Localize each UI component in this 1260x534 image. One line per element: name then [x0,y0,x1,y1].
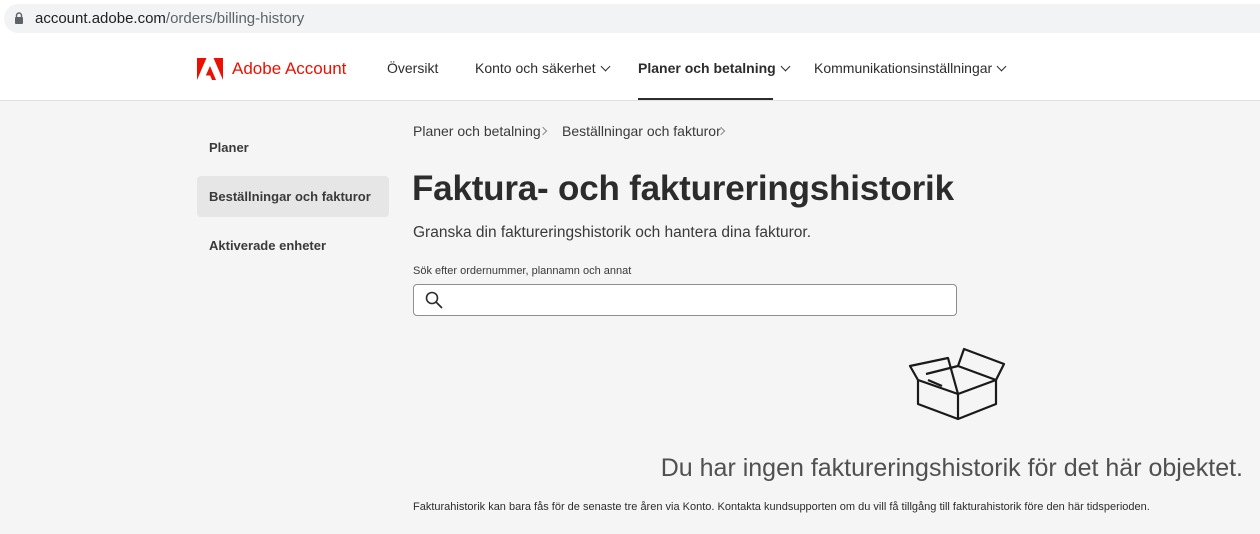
browser-address-bar: account.adobe.com/orders/billing-history [0,0,1260,38]
search-label: Sök efter ordernummer, plannamn och anna… [413,265,632,277]
url-host: account.adobe.com [35,10,166,27]
search-field[interactable] [413,284,957,316]
nav-konto-sakerhet[interactable]: Konto och säkerhet [475,60,611,76]
nav-oversikt[interactable]: Översikt [387,60,438,76]
sidebar-item-planer[interactable]: Planer [197,127,389,168]
page-subtitle: Granska din faktureringshistorik och han… [413,224,812,241]
nav-label: Konto och säkerhet [475,60,596,76]
sidebar-item-label: Beställningar och fakturor [209,189,371,204]
chevron-down-icon [600,61,611,72]
sidebar-item-bestallningar[interactable]: Beställningar och fakturor [197,176,389,217]
search-input[interactable] [452,287,947,313]
breadcrumb-item[interactable]: Planer och betalning [413,123,541,139]
sidebar-item-label: Aktiverade enheter [209,238,327,253]
open-box-icon [908,347,1006,421]
nav-planer-betalning[interactable]: Planer och betalning [638,60,791,76]
chevron-down-icon [996,61,1007,72]
adobe-logo-icon[interactable] [197,58,223,80]
url-text: account.adobe.com/orders/billing-history [35,10,304,27]
breadcrumb-item[interactable]: Beställningar och fakturor [562,123,721,139]
brand-title[interactable]: Adobe Account [232,59,346,79]
chevron-down-icon [780,61,791,72]
sidebar-item-label: Planer [209,140,249,155]
active-nav-indicator [638,98,773,100]
empty-state-message: Du har ingen faktureringshistorik för de… [660,454,1243,482]
footnote: Fakturahistorik kan bara fås för de sena… [413,501,1150,513]
global-nav: Adobe Account Översikt Konto och säkerhe… [0,38,1260,101]
url-path: /orders/billing-history [165,10,305,27]
url-field[interactable]: account.adobe.com/orders/billing-history [4,4,1260,33]
nav-label: Översikt [387,60,439,76]
nav-kommunikation[interactable]: Kommunikationsinställningar [814,60,1007,76]
nav-label: Planer och betalning [638,60,776,76]
page-title: Faktura- och faktureringshistorik [412,169,954,208]
search-icon [425,291,443,309]
lock-icon [15,12,23,24]
sidebar-item-aktiverade-enheter[interactable]: Aktiverade enheter [197,225,389,266]
nav-label: Kommunikationsinställningar [814,60,993,76]
